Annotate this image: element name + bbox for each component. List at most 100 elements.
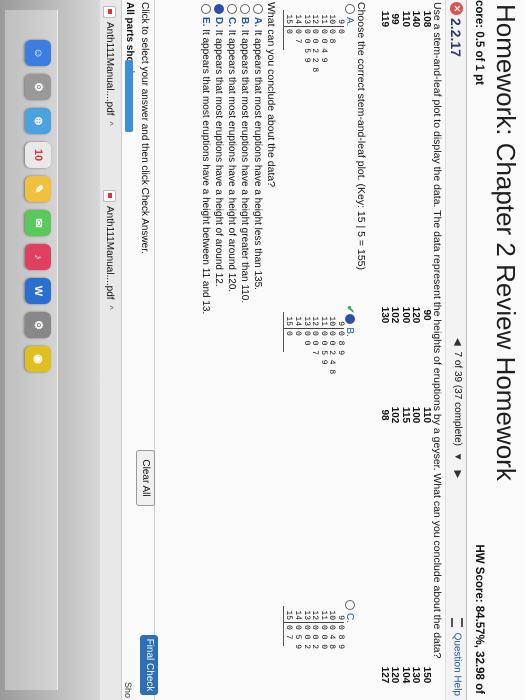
- pdf-file-icon: [103, 190, 116, 202]
- plot-leaves: 0 0 5 9: [318, 331, 328, 365]
- plot-row: 14 0: [292, 312, 302, 374]
- radio-icon[interactable]: [344, 4, 355, 14]
- plot-leaves: 0 8: [327, 29, 337, 44]
- plot-row: 11 0 0 5 9: [318, 312, 328, 374]
- chevron-up-icon[interactable]: ^: [105, 122, 115, 126]
- question-nav: ◀ 7 of 39 (37 complete) ▼ ▶: [452, 335, 463, 481]
- question-help-button[interactable]: Question Help: [451, 617, 463, 696]
- plot-leaves: 0 0 2 4 8: [327, 331, 337, 375]
- plot-stem: 15: [283, 606, 293, 623]
- word-icon[interactable]: W: [25, 278, 51, 304]
- choose-plot-prompt: Choose the correct stem-and-leaf plot. (…: [355, 2, 367, 270]
- answer-text: It appears that most eruptions have a he…: [200, 29, 211, 315]
- plot-stem: 10: [326, 606, 336, 623]
- plot-row: 14 0 5 9: [292, 606, 303, 650]
- answer-option[interactable]: E. It appears that most eruptions have a…: [200, 4, 211, 314]
- plot-leaves: 0 0 2: [310, 625, 320, 650]
- answer-option[interactable]: A. It appears that most eruptions have a…: [252, 4, 263, 290]
- stem-leaf-plot-a: 9 0 10 0 8 11 0 0 4 9 12 0 0 2 2 8 13 0 0 5 9 14 0 …: [282, 10, 345, 73]
- plot-leaves: 0: [284, 331, 294, 336]
- question-dropdown-icon[interactable]: ▼: [452, 452, 463, 462]
- plot-stem: 9: [335, 10, 345, 27]
- answer-letter: D.: [213, 17, 224, 27]
- plot-row: 13 0 0: [301, 312, 311, 374]
- chrome-icon[interactable]: ◉: [25, 346, 51, 372]
- radio-icon[interactable]: [344, 600, 355, 610]
- plot-leaves: 0: [284, 29, 294, 34]
- notes-icon[interactable]: ✎: [25, 176, 51, 202]
- plot-row: 10 0 8: [326, 10, 337, 72]
- answer-option[interactable]: C. It appears that most eruptions have a…: [226, 4, 237, 292]
- plot-row: 9 0 8 9: [335, 606, 345, 649]
- data-table: 108 140 110 99 119 90 120 100 102 130 11…: [371, 0, 432, 700]
- music-icon[interactable]: ♪: [25, 244, 51, 270]
- launchpad-icon[interactable]: ⚙: [25, 74, 51, 100]
- answer-letter: C.: [226, 17, 237, 27]
- correct-check-icon: ✔: [344, 305, 355, 314]
- pdf-file-icon: [103, 6, 116, 18]
- plot-row: 10 0 0 2 4 8: [326, 312, 337, 375]
- dock: ☺ ⚙ ⊕ 10 ✎ ✉ ♪ W ⚙ ◉: [5, 10, 58, 690]
- plot-stem: 12: [309, 312, 319, 329]
- plot-stem: 9: [335, 606, 345, 623]
- prev-question-icon[interactable]: ◀: [452, 338, 463, 346]
- plot-leaves: 0 0 2: [301, 625, 311, 650]
- plot-option-a[interactable]: A.: [344, 4, 355, 26]
- clear-all-button[interactable]: Clear All: [136, 450, 155, 506]
- plot-stem: 15: [283, 312, 293, 329]
- plot-row: 15 0 7: [283, 606, 294, 649]
- plot-stem: 13: [301, 312, 311, 329]
- show-all-link[interactable]: Sho: [123, 682, 133, 698]
- downloads-bar: Anth111Manual....pdf^ Anth111Manual....p…: [99, 0, 122, 700]
- plot-stem: 12: [309, 606, 319, 623]
- plot-stem: 14: [292, 312, 302, 329]
- answer-text: It appears that most eruptions have a he…: [252, 29, 263, 290]
- settings-icon[interactable]: ⚙: [25, 312, 51, 338]
- divider: [154, 0, 155, 700]
- radio-icon[interactable]: [252, 4, 263, 14]
- download-item[interactable]: Anth111Manual....pdf^: [103, 190, 116, 310]
- next-question-icon[interactable]: ▶: [452, 470, 463, 478]
- plot-leaves: 0 0 4 9: [318, 29, 328, 63]
- answer-letter: B.: [239, 17, 250, 27]
- radio-icon[interactable]: [226, 4, 237, 14]
- plot-option-b[interactable]: ✔B.: [344, 305, 355, 337]
- finder-icon[interactable]: ☺: [25, 40, 51, 66]
- plot-leaves: 0 8 9: [336, 331, 345, 356]
- plot-option-c[interactable]: C.: [344, 600, 355, 623]
- question-prompt: Use a stem-and-leaf plot to display the …: [431, 2, 443, 659]
- radio-icon[interactable]: [239, 4, 250, 14]
- plot-leaves: 0 5 9: [293, 625, 303, 650]
- plot-stem: 13: [301, 10, 311, 27]
- download-item[interactable]: Anth111Manual....pdf^: [103, 6, 116, 126]
- messages-icon[interactable]: ✉: [25, 210, 51, 236]
- parts-progress-bar: [125, 60, 133, 132]
- answer-option[interactable]: B. It appears that most eruptions have a…: [239, 4, 250, 303]
- chevron-up-icon[interactable]: ^: [105, 306, 115, 310]
- instruction-text: Click to select your answer and then cli…: [139, 2, 150, 254]
- radio-icon[interactable]: [200, 4, 211, 14]
- plot-stem: 11: [318, 312, 328, 329]
- plot-row: 90: [335, 10, 345, 72]
- plot-row: 15 0: [283, 10, 294, 72]
- question-position: 7 of 39 (37 complete): [452, 351, 463, 446]
- plot-row: 13 0 0 5 9: [301, 10, 311, 72]
- plot-leaves: 0 7: [284, 625, 294, 640]
- plot-stem: 10: [326, 10, 336, 27]
- browser-page: Homework: Chapter 2 Review Homework core…: [0, 0, 525, 700]
- plot-stem: 12: [309, 10, 319, 27]
- answer-letter: A.: [252, 17, 263, 27]
- plot-stem: 14: [292, 10, 302, 27]
- answer-letter: E.: [200, 17, 211, 27]
- plot-leaves: 0 0 2 2 8: [310, 29, 320, 73]
- radio-icon[interactable]: [344, 314, 355, 325]
- calendar-icon[interactable]: 10: [25, 142, 51, 168]
- answer-text: It appears that most eruptions have a he…: [213, 29, 224, 287]
- plot-row: 13 0 0 2: [301, 606, 311, 650]
- plot-row: 11 0 0 0: [318, 606, 328, 650]
- safari-icon[interactable]: ⊕: [25, 108, 51, 134]
- final-check-button[interactable]: Final Check: [140, 635, 158, 695]
- answer-option[interactable]: D. It appears that most eruptions have a…: [213, 4, 224, 287]
- plot-leaves: 0 0 0: [318, 625, 328, 650]
- radio-icon[interactable]: [213, 4, 224, 14]
